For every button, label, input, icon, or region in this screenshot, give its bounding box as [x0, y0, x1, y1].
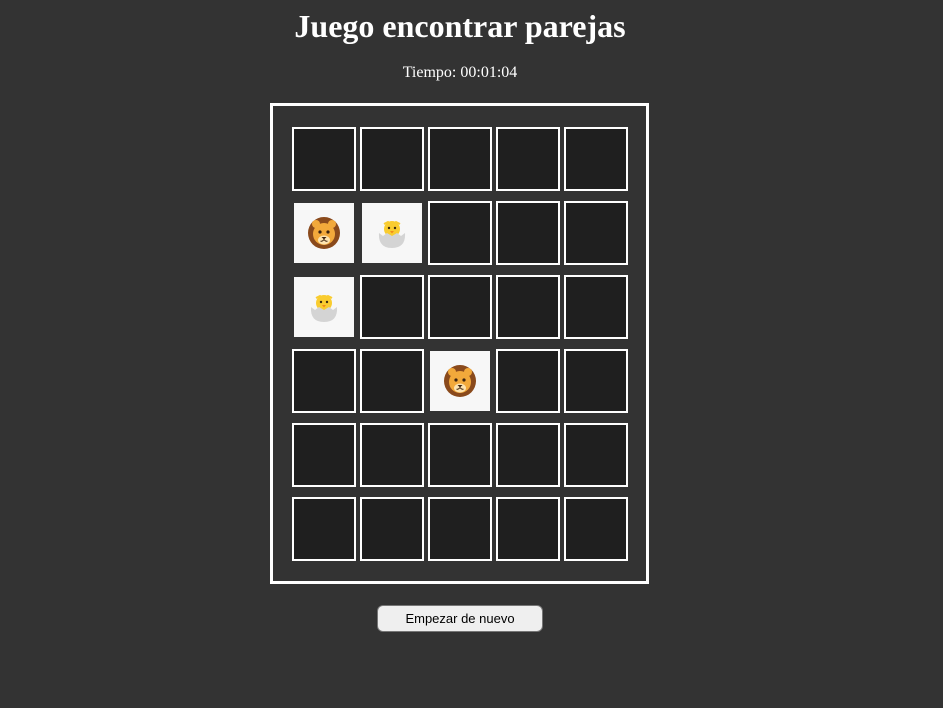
game-page: Juego encontrar parejas Tiempo: 00:01:04… [0, 0, 943, 708]
card-hidden[interactable] [428, 497, 492, 561]
card-revealed[interactable] [292, 275, 356, 339]
card-hidden[interactable] [564, 127, 628, 191]
timer-display: Tiempo: 00:01:04 [402, 64, 518, 81]
card-hidden[interactable] [564, 423, 628, 487]
card-hidden[interactable] [292, 127, 356, 191]
card-hidden[interactable] [360, 497, 424, 561]
card-hidden[interactable] [496, 275, 560, 339]
card-hidden[interactable] [564, 201, 628, 265]
card-hidden[interactable] [564, 349, 628, 413]
card-hidden[interactable] [292, 349, 356, 413]
card-hidden[interactable] [292, 497, 356, 561]
card-hidden[interactable] [360, 275, 424, 339]
restart-button[interactable]: Empezar de nuevo [377, 605, 543, 632]
card-hidden[interactable] [496, 127, 560, 191]
lion-face-icon [442, 363, 478, 399]
lion-face-icon [306, 215, 342, 251]
page-title: Juego encontrar parejas [294, 8, 626, 44]
card-hidden[interactable] [360, 423, 424, 487]
card-hidden[interactable] [428, 275, 492, 339]
card-hidden[interactable] [428, 127, 492, 191]
card-hidden[interactable] [564, 275, 628, 339]
card-hidden[interactable] [360, 127, 424, 191]
card-revealed[interactable] [292, 201, 356, 265]
card-hidden[interactable] [564, 497, 628, 561]
card-grid [292, 127, 628, 561]
card-hidden[interactable] [496, 201, 560, 265]
card-hidden[interactable] [292, 423, 356, 487]
hatching-chick-icon [306, 289, 342, 325]
card-hidden[interactable] [496, 423, 560, 487]
card-revealed[interactable] [428, 349, 492, 413]
card-revealed[interactable] [360, 201, 424, 265]
card-hidden[interactable] [428, 201, 492, 265]
card-hidden[interactable] [428, 423, 492, 487]
card-hidden[interactable] [496, 497, 560, 561]
card-hidden[interactable] [496, 349, 560, 413]
game-board [270, 103, 649, 584]
card-hidden[interactable] [360, 349, 424, 413]
hatching-chick-icon [374, 215, 410, 251]
